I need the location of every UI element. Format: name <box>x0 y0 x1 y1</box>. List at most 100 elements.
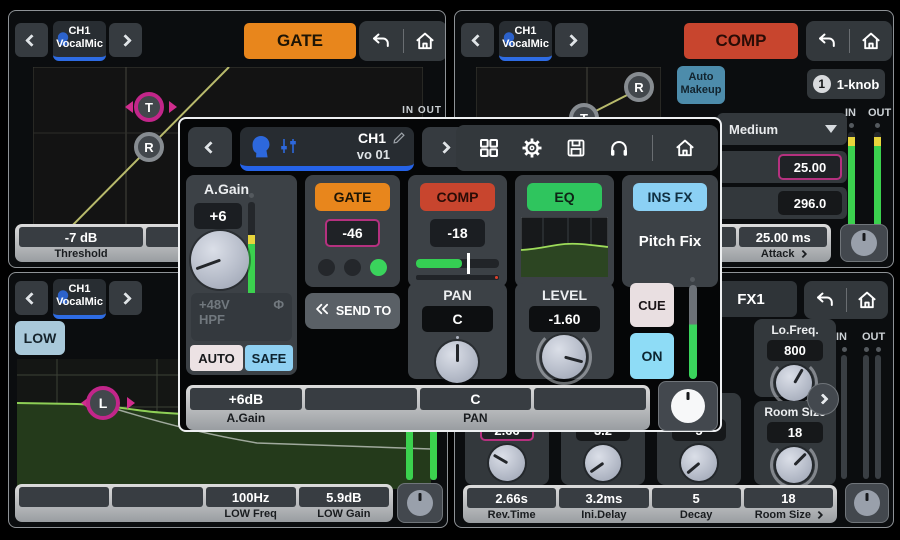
comp-type-select[interactable]: Medium <box>717 113 847 145</box>
again-knob[interactable] <box>191 231 249 289</box>
level-knob[interactable] <box>542 335 586 379</box>
home-icon[interactable] <box>856 289 878 311</box>
comp-gain-slider[interactable] <box>416 259 499 268</box>
channel-select-button[interactable]: CH1 VocalMic <box>499 21 552 61</box>
param-value[interactable]: 800 <box>767 340 823 361</box>
footer-cell[interactable]: -7 dBThreshold <box>19 227 143 261</box>
pan-center-dot <box>456 336 459 339</box>
footer-cell[interactable] <box>19 487 109 521</box>
insfx-effect-name[interactable]: Pitch Fix <box>622 233 718 250</box>
undo-icon[interactable] <box>370 30 392 52</box>
prev-channel-button[interactable] <box>15 23 48 57</box>
footer-cell[interactable]: 5Decay <box>652 488 741 522</box>
again-value[interactable]: +6 <box>194 203 242 229</box>
phase-label[interactable]: Φ <box>273 297 284 312</box>
eq-card: EQ <box>515 175 614 287</box>
phantom-hpf-box[interactable]: +48V Φ HPF <box>191 293 292 341</box>
touch-and-turn-knob-button[interactable] <box>840 224 888 262</box>
channel-select-button[interactable]: CH1 VocalMic <box>53 279 106 319</box>
out-meter-left <box>863 355 869 479</box>
grid-menu-icon[interactable] <box>478 137 500 159</box>
headphones-icon[interactable] <box>608 137 630 159</box>
prev-channel-button[interactable] <box>461 23 494 57</box>
touch-and-turn-knob-button[interactable] <box>845 483 889 523</box>
chevron-left-icon <box>471 34 484 47</box>
next-channel-button[interactable] <box>109 281 142 315</box>
channel-name: VocalMic <box>499 38 552 51</box>
in-meter <box>848 132 855 232</box>
insfx-on-button[interactable]: INS FX <box>633 183 707 211</box>
cue-button[interactable]: CUE <box>630 283 674 327</box>
decay-knob[interactable] <box>681 445 717 481</box>
undo-icon[interactable] <box>814 289 836 311</box>
revtime-knob[interactable] <box>489 445 525 481</box>
save-icon[interactable] <box>565 137 587 159</box>
threshold-arrow-right <box>169 101 177 113</box>
safe-button[interactable]: SAFE <box>245 345 293 371</box>
eq-mini-graph[interactable] <box>521 217 608 277</box>
param-value[interactable]: 18 <box>767 422 823 443</box>
channel-on-button[interactable]: ON <box>630 333 674 379</box>
eq-on-button[interactable]: EQ <box>527 183 602 211</box>
touch-and-turn-knob-button[interactable] <box>397 483 443 523</box>
hpf-label[interactable]: HPF <box>199 312 284 327</box>
level-card: LEVEL -1.60 <box>515 283 614 379</box>
next-channel-button[interactable] <box>109 23 142 57</box>
channel-out-meter <box>689 285 697 379</box>
comp-on-button[interactable]: COMP <box>420 183 495 211</box>
channel-select-button[interactable]: CH1 vo 01 <box>240 127 414 171</box>
divider <box>403 29 404 53</box>
undo-icon[interactable] <box>816 30 838 52</box>
footer-cell[interactable]: 5.9dBLOW Gain <box>299 487 389 521</box>
footer-cell[interactable]: 3.2msIni.Delay <box>559 488 648 522</box>
footer-cell[interactable]: +6dBA.Gain <box>190 388 302 429</box>
home-icon[interactable] <box>860 30 882 52</box>
footer-cell[interactable]: CPAN <box>420 388 532 429</box>
comp-param-row[interactable]: 296.0 <box>717 187 847 219</box>
prev-channel-button[interactable] <box>15 281 48 315</box>
home-icon[interactable] <box>414 30 436 52</box>
comp-param-value[interactable]: 25.00 <box>778 154 842 180</box>
footer-cell[interactable]: 100HzLOW Freq <box>206 487 296 521</box>
home-icon[interactable] <box>674 137 696 159</box>
more-params-button[interactable] <box>807 383 839 415</box>
footer-cell[interactable] <box>305 388 417 429</box>
pan-knob[interactable] <box>436 341 478 383</box>
eq-band-low-button[interactable]: LOW <box>15 321 65 355</box>
threshold-handle[interactable]: T <box>134 92 164 122</box>
gear-icon[interactable] <box>521 137 543 159</box>
meter-peak-dot <box>249 193 254 198</box>
footer-cell[interactable]: 2.66sRev.Time <box>467 488 556 522</box>
inidelay-knob[interactable] <box>585 445 621 481</box>
gate-threshold-value[interactable]: -46 <box>325 219 380 247</box>
out-meter <box>874 132 881 232</box>
send-to-button[interactable]: SEND TO <box>305 293 400 329</box>
comp-param-row[interactable]: 25.00 <box>717 151 847 183</box>
footer-cell[interactable] <box>534 388 646 429</box>
phantom-label[interactable]: +48V <box>199 297 230 312</box>
edit-pencil-icon[interactable] <box>392 131 406 150</box>
footer-cell[interactable]: 25.00 msAttack <box>739 227 827 261</box>
comp-ratio-handle[interactable]: R <box>624 72 654 102</box>
footer-cell[interactable] <box>112 487 202 521</box>
gate-title-button[interactable]: GATE <box>244 23 356 59</box>
led-off <box>318 259 335 276</box>
touch-and-turn-knob-button[interactable] <box>658 381 718 431</box>
channel-select-button[interactable]: CH1 VocalMic <box>53 21 106 61</box>
low-band-handle[interactable]: L <box>86 386 120 420</box>
one-knob-button[interactable]: 1 1-knob <box>807 69 885 99</box>
comp-title-button[interactable]: COMP <box>684 23 798 59</box>
in-meter <box>841 355 847 479</box>
gate-on-button[interactable]: GATE <box>315 183 390 211</box>
comp-param-value[interactable]: 296.0 <box>778 191 842 215</box>
comp-threshold-value[interactable]: -18 <box>430 219 485 247</box>
range-handle[interactable]: R <box>134 132 164 162</box>
chevron-left-icon <box>25 34 38 47</box>
pan-value[interactable]: C <box>422 306 493 332</box>
auto-makeup-button[interactable]: Auto Makeup <box>677 66 725 104</box>
auto-button[interactable]: AUTO <box>190 345 243 371</box>
roomsize-knob[interactable] <box>776 447 812 483</box>
footer-cell[interactable]: 18Room Size <box>744 488 833 522</box>
prev-channel-button[interactable] <box>188 127 232 167</box>
next-channel-button[interactable] <box>555 23 588 57</box>
